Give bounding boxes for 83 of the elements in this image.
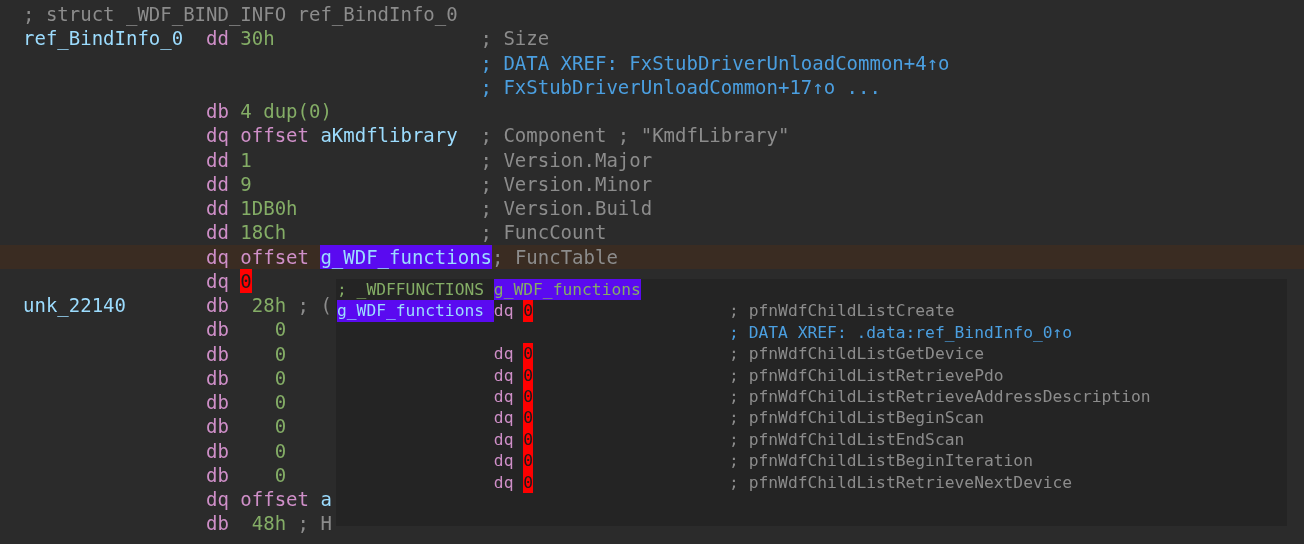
error-value: 0 [523, 300, 534, 322]
operand-value: 4 dup(0) [240, 99, 332, 124]
code-comment: ; Version.Major [480, 147, 653, 172]
keyword: offset [240, 487, 309, 512]
keyword: offset [240, 123, 309, 148]
code-label[interactable]: g_WDF_functions [337, 300, 494, 322]
operand-value: 0 [274, 390, 287, 415]
mnemonic: dq [493, 343, 514, 365]
keyword: offset [240, 244, 309, 269]
code-comment: ; pfnWdfChildListRetrieveAddressDescription [729, 385, 1151, 408]
code-comment: ; Version.Minor [480, 171, 653, 196]
mnemonic: db [206, 293, 229, 318]
code-comment: g_WDF_functions [493, 279, 641, 301]
code-comment: ; FuncCount [480, 220, 607, 245]
operand-value: 30h [240, 26, 275, 51]
symbol-name[interactable]: a [320, 487, 332, 512]
mnemonic: dq [493, 428, 514, 451]
code-comment: ; pfnWdfChildListBeginScan [729, 407, 984, 429]
mnemonic: dq [493, 471, 514, 493]
symbol-name[interactable]: aKmdflibrary [320, 123, 458, 148]
code-comment: ; ( [297, 293, 332, 318]
code-comment: ; pfnWdfChildListGetDevice [729, 343, 984, 365]
mnemonic: dq [206, 244, 229, 269]
code-comment: ; pfnWdfChildListBeginIteration [729, 450, 1033, 472]
mnemonic: db [206, 390, 229, 415]
xref-link[interactable]: ; DATA XREF: FxStubDriverUnloadCommon+4↑o [480, 50, 950, 75]
code-comment: ; Component ; "KmdfLibrary" [480, 123, 790, 148]
mnemonic: dd [206, 196, 229, 221]
operand-value: 0 [274, 438, 287, 463]
xref-link[interactable]: ; DATA XREF: .data:ref_BindInfo_0↑o [729, 321, 1073, 344]
code-comment: ; Version.Build [480, 196, 653, 221]
mnemonic: db [206, 438, 229, 463]
error-value: 0 [523, 471, 534, 493]
mnemonic: dq [206, 123, 229, 148]
error-value: 0 [523, 385, 534, 408]
mnemonic: dq [493, 364, 514, 386]
code-comment: ; struct _WDF_BIND_INFO ref_BindInfo_0 [23, 2, 458, 27]
error-value: 0 [523, 407, 534, 429]
mnemonic: db [206, 511, 229, 536]
operand-value: 28h [251, 293, 287, 318]
mnemonic: db [206, 414, 229, 439]
error-value: 0 [240, 268, 252, 293]
symbol-name[interactable]: g_WDF_functions [320, 244, 492, 269]
error-value: 0 [523, 450, 534, 472]
mnemonic: db [206, 317, 229, 342]
error-value: 0 [523, 428, 534, 451]
code-comment: ; pfnWdfChildListRetrievePdo [729, 364, 1004, 386]
mnemonic: dq [493, 300, 514, 322]
operand-value: 0 [274, 414, 287, 439]
operand-value: 1 [240, 147, 252, 172]
mnemonic: dd [206, 171, 229, 196]
error-value: 0 [523, 343, 534, 365]
code-comment: ; Size [480, 26, 550, 51]
operand-value: 0 [274, 341, 287, 366]
mnemonic: dd [206, 147, 229, 172]
xref-link[interactable]: ; FxStubDriverUnloadCommon+17↑o ... [480, 74, 881, 99]
mnemonic: db [206, 341, 229, 366]
mnemonic: dd [206, 220, 229, 245]
code-comment: ; _WDFFUNCTIONS [337, 279, 486, 301]
mnemonic: dd [206, 26, 229, 51]
mnemonic: dq [206, 268, 229, 293]
mnemonic: dq [493, 385, 514, 408]
operand-value: 9 [240, 171, 252, 196]
code-comment: ; pfnWdfChildListEndScan [729, 428, 965, 451]
code-comment: ; pfnWdfChildListRetrieveNextDevice [729, 471, 1073, 493]
error-value: 0 [523, 364, 534, 386]
operand-value: 18Ch [240, 220, 287, 245]
operand-value: 1DB0h [240, 196, 298, 221]
operand-value: 0 [274, 365, 287, 390]
operand-value: 48h [251, 511, 287, 536]
mnemonic: db [206, 365, 229, 390]
operand-value: 0 [274, 462, 287, 487]
mnemonic: db [206, 99, 229, 124]
mnemonic: db [206, 462, 229, 487]
code-comment: ; FuncTable [492, 244, 618, 269]
code-label[interactable]: ref_BindInfo_0 [23, 26, 206, 51]
mnemonic: dq [493, 450, 514, 472]
code-label[interactable]: unk_22140 [23, 293, 206, 318]
mnemonic: dq [206, 487, 229, 512]
code-comment: ; H [297, 511, 332, 536]
mnemonic: dq [493, 407, 514, 429]
operand-value: 0 [274, 317, 287, 342]
code-comment: ; pfnWdfChildListCreate [729, 300, 955, 322]
